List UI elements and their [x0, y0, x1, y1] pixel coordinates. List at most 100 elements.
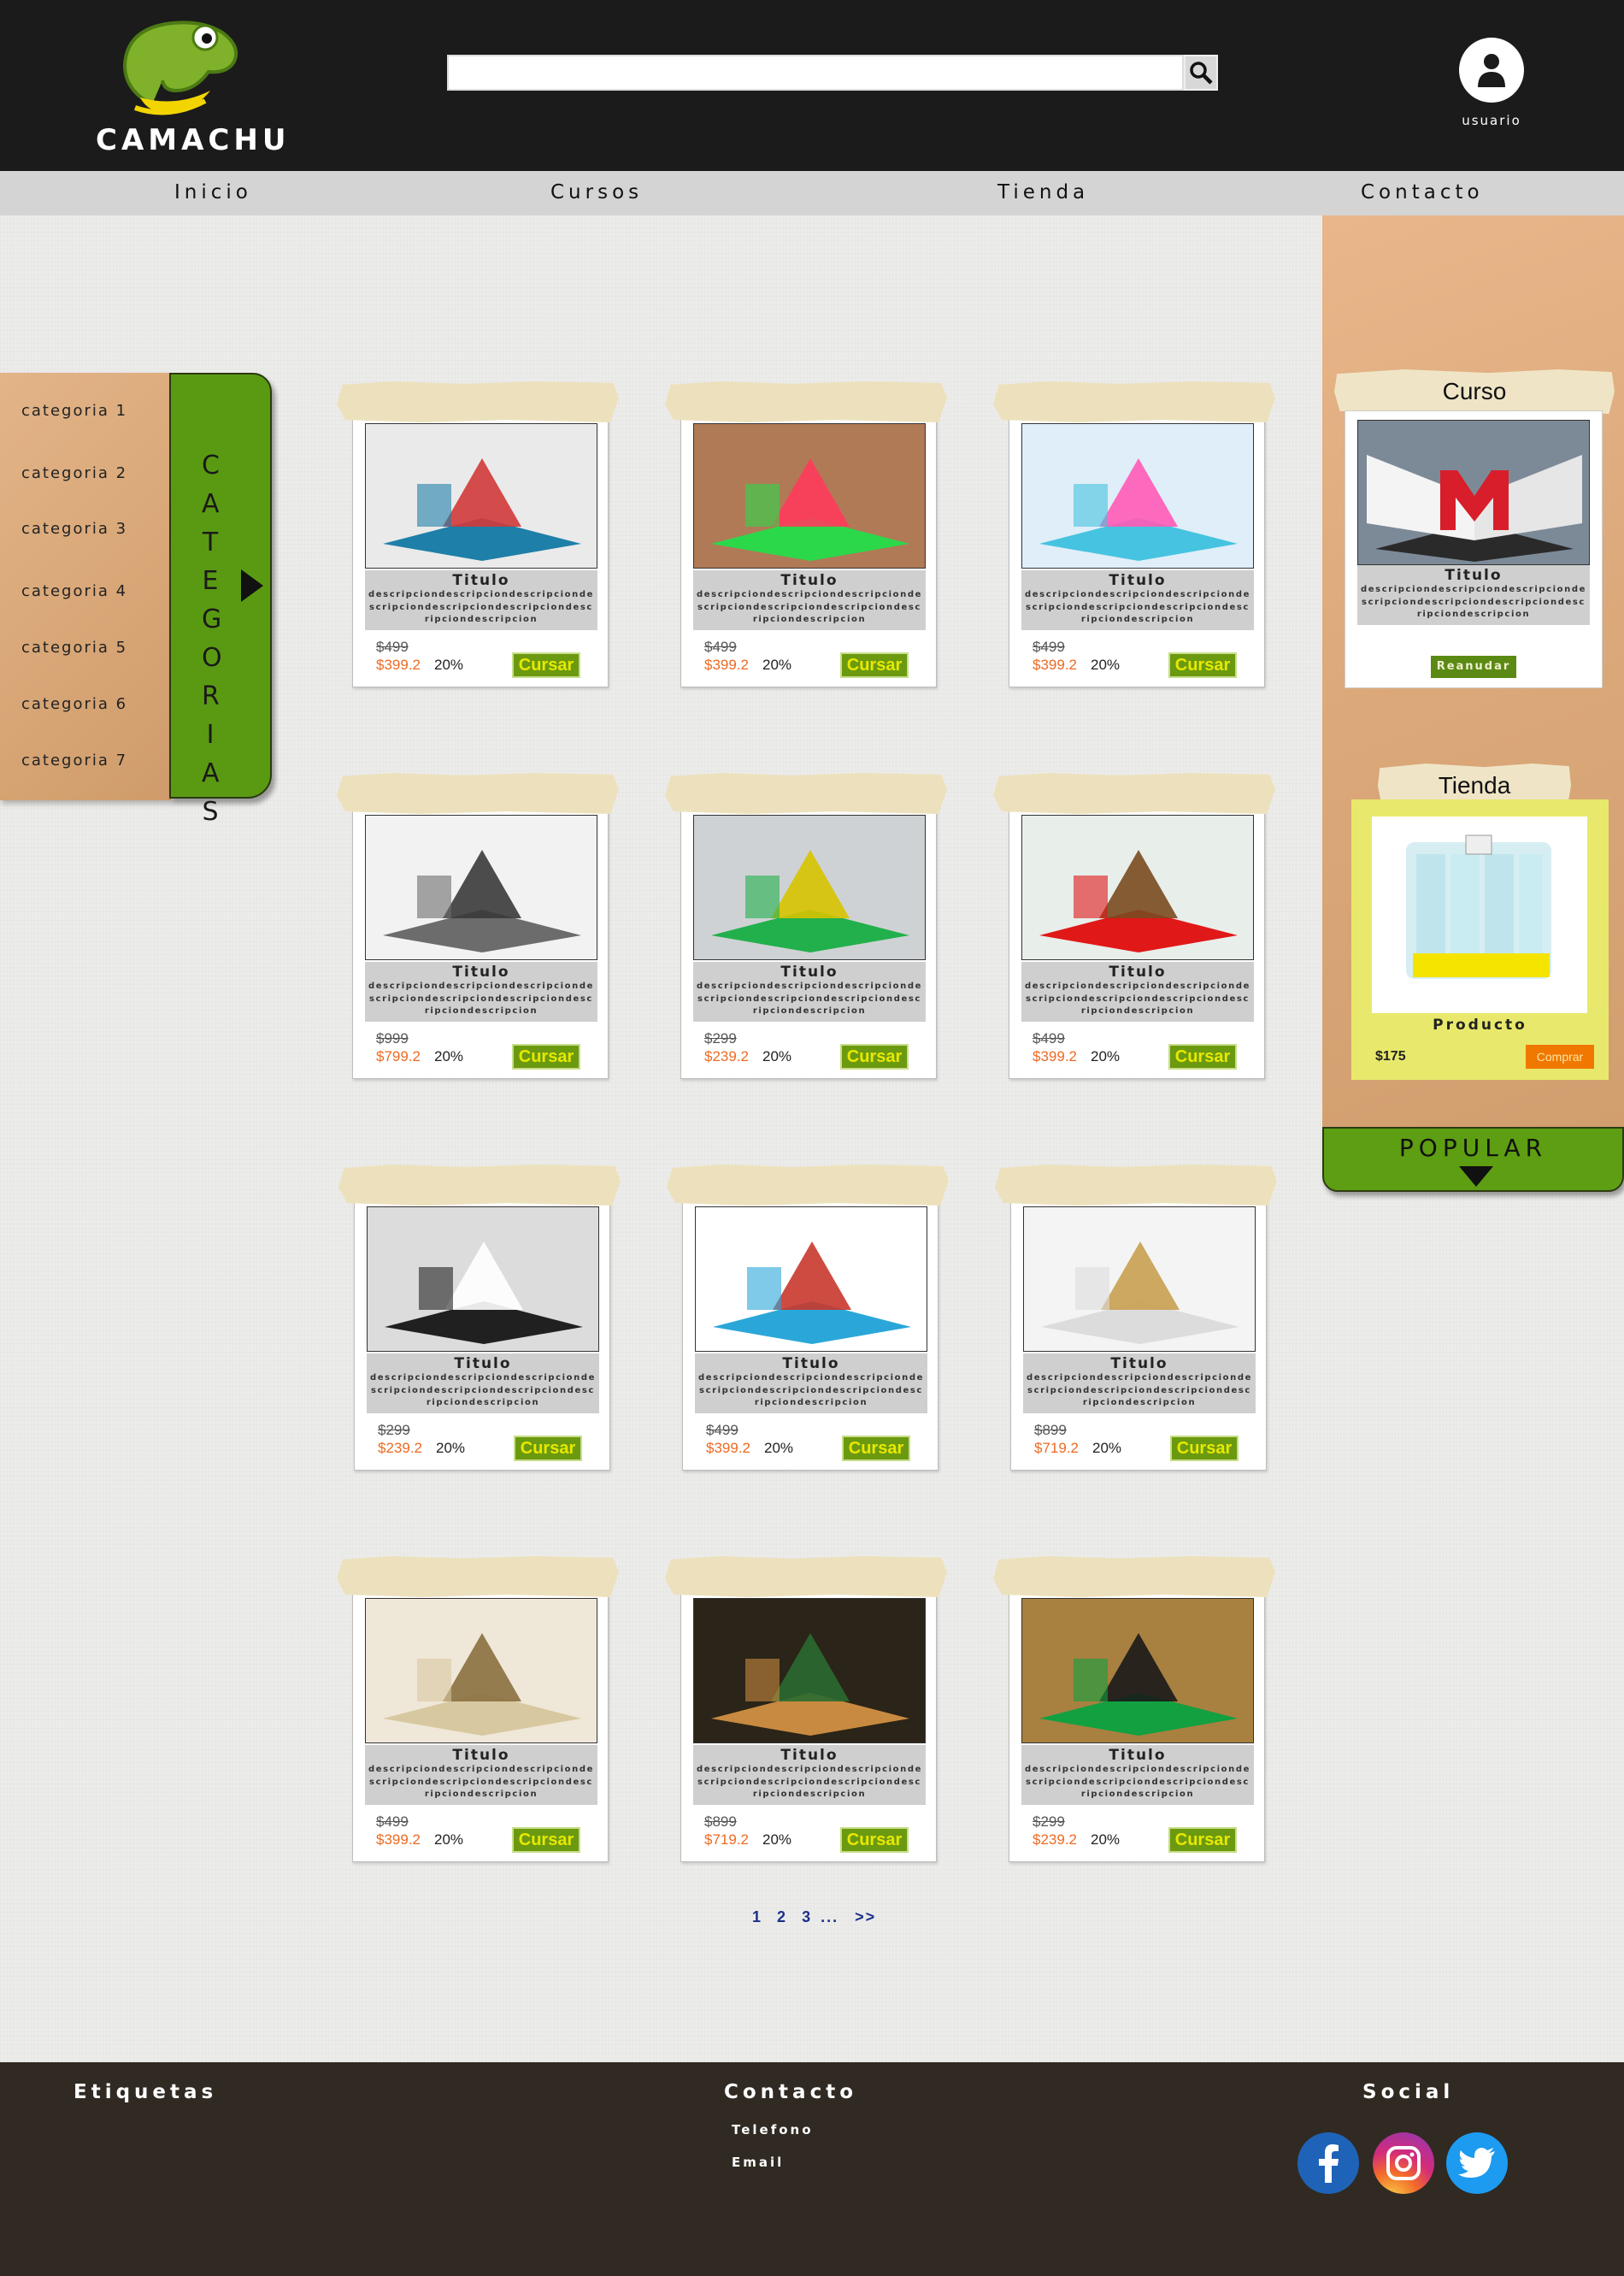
twitter-link[interactable]: [1446, 2132, 1508, 2194]
curso-image[interactable]: [1357, 420, 1590, 565]
twitter-icon: [1458, 2148, 1495, 2178]
product-image[interactable]: [1021, 1598, 1254, 1743]
product-description: descripciondescripciondescripciondescrip…: [368, 982, 594, 1016]
curso-info: Titulo descripciondescripciondescripcion…: [1357, 565, 1590, 625]
chameleon-icon: [122, 21, 238, 115]
tienda-card: Producto $175 Comprar: [1351, 799, 1609, 1080]
nav-contacto[interactable]: Contacto: [1361, 181, 1484, 203]
footer-email-link[interactable]: Email: [732, 2155, 784, 2170]
old-price: $999: [376, 1030, 409, 1047]
cursar-button[interactable]: Cursar: [514, 1436, 582, 1461]
product-info: Titulo descripciondescripciondescripciond…: [695, 1353, 927, 1413]
facebook-link[interactable]: [1297, 2132, 1359, 2194]
product-image[interactable]: [367, 1206, 599, 1352]
old-price: $899: [704, 1813, 737, 1830]
discount-badge: 20%: [1091, 657, 1121, 673]
product-card-body: Titulo descripciondescripciondescripciond…: [1009, 1589, 1265, 1862]
product-image[interactable]: [693, 1598, 926, 1743]
page-1-link[interactable]: 1: [752, 1908, 762, 1925]
product-card: Titulo descripciondescripciondescripciond…: [337, 1556, 619, 1862]
tape-strip: [337, 381, 619, 422]
category-item-7[interactable]: categoria 7: [21, 752, 127, 769]
page-3-link[interactable]: 3: [802, 1908, 812, 1925]
product-image[interactable]: [693, 815, 926, 960]
product-info: Titulo descripciondescripciondescripciond…: [1021, 570, 1254, 630]
cursar-button[interactable]: Cursar: [512, 1827, 580, 1853]
cursar-button[interactable]: Cursar: [1168, 1827, 1237, 1853]
popup-card-image: [1022, 1599, 1253, 1742]
product-image[interactable]: [1023, 1206, 1256, 1352]
product-image[interactable]: [1021, 423, 1254, 569]
product-description: descripciondescripciondescripciondescrip…: [370, 1373, 596, 1407]
product-image[interactable]: [1021, 815, 1254, 960]
product-image[interactable]: [695, 1206, 927, 1352]
category-item-2[interactable]: categoria 2: [21, 464, 127, 482]
cursar-button[interactable]: Cursar: [512, 1044, 580, 1070]
product-title: Titulo: [452, 1747, 510, 1764]
tape-strip: [665, 1556, 947, 1597]
sale-price: $399.2: [1033, 1048, 1077, 1064]
product-card: Titulo descripciondescripciondescripciond…: [995, 1165, 1277, 1471]
cursar-button[interactable]: Cursar: [1168, 652, 1237, 678]
category-item-4[interactable]: categoria 4: [21, 582, 127, 600]
cursar-button[interactable]: Cursar: [840, 1827, 909, 1853]
site-footer: Etiquetas Contacto Telefono Email Social: [0, 2062, 1624, 2276]
category-list: categoria 1 categoria 2 categoria 3 cate…: [0, 373, 171, 800]
product-card: Titulo descripciondescripciondescripciond…: [665, 1556, 947, 1862]
category-item-1[interactable]: categoria 1: [21, 402, 127, 420]
footer-telefono-link[interactable]: Telefono: [732, 2122, 814, 2137]
product-title: Titulo: [780, 572, 838, 589]
product-image[interactable]: [365, 815, 597, 960]
product-description: descripciondescripciondescripciondescrip…: [1027, 1373, 1252, 1407]
popular-toggle[interactable]: POPULAR: [1322, 1127, 1624, 1192]
category-item-6[interactable]: categoria 6: [21, 695, 127, 713]
product-info: Titulo descripciondescripciondescripciond…: [1021, 962, 1254, 1022]
instagram-link[interactable]: [1373, 2132, 1434, 2194]
cursar-button[interactable]: Cursar: [840, 652, 909, 678]
comprar-button[interactable]: Comprar: [1526, 1045, 1594, 1069]
camachu-logo[interactable]: CAMACHU: [96, 12, 285, 162]
product-card-body: Titulo descripciondescripciondescripciond…: [680, 1589, 937, 1862]
search-input[interactable]: [447, 55, 1184, 91]
discount-badge: 20%: [434, 1048, 464, 1064]
product-description: descripciondescripciondescripciondescrip…: [1025, 982, 1250, 1016]
product-info: Titulo descripciondescripciondescripciond…: [365, 570, 597, 630]
product-card-body: Titulo descripciondescripciondescripciond…: [354, 1197, 610, 1471]
category-item-3[interactable]: categoria 3: [21, 520, 127, 538]
cursar-button[interactable]: Cursar: [512, 652, 580, 678]
tape-strip: [993, 1556, 1275, 1597]
discount-badge: 20%: [1092, 1440, 1122, 1456]
user-menu[interactable]: usuario: [1453, 38, 1530, 132]
product-info: Titulo descripciondescripciondescripciond…: [367, 1353, 599, 1413]
nav-cursos[interactable]: Cursos: [550, 181, 643, 203]
cursar-button[interactable]: Cursar: [840, 1044, 909, 1070]
cursar-button[interactable]: Cursar: [842, 1436, 910, 1461]
avatar[interactable]: [1459, 38, 1524, 103]
nav-tienda[interactable]: Tienda: [997, 181, 1089, 203]
product-info: Titulo descripciondescripciondescripciond…: [693, 570, 926, 630]
sale-price: $239.2: [1033, 1831, 1077, 1848]
cursar-button[interactable]: Cursar: [1170, 1436, 1239, 1461]
product-card-body: Titulo descripciondescripciondescripciond…: [1009, 805, 1265, 1079]
old-price: $299: [1033, 1813, 1065, 1830]
popup-card-image: [694, 1599, 925, 1742]
nav-inicio[interactable]: Inicio: [174, 181, 252, 203]
category-item-5[interactable]: categoria 5: [21, 639, 127, 657]
sale-price: $399.2: [706, 1440, 750, 1456]
product-image[interactable]: [365, 1598, 597, 1743]
next-page-link[interactable]: >>: [855, 1908, 876, 1925]
discount-badge: 20%: [434, 1831, 464, 1848]
product-title: Titulo: [1109, 572, 1167, 589]
product-description: descripciondescripciondescripciondescrip…: [698, 1373, 924, 1407]
reanudar-button[interactable]: Reanudar: [1431, 656, 1516, 678]
search-button[interactable]: [1184, 55, 1218, 91]
page-2-link[interactable]: 2: [777, 1908, 787, 1925]
product-image[interactable]: [365, 423, 597, 569]
product-title: Titulo: [1109, 964, 1167, 981]
product-image[interactable]: [693, 423, 926, 569]
footer-contacto-heading: Contacto: [724, 2081, 857, 2103]
product-title: Titulo: [782, 1355, 840, 1372]
product-image[interactable]: [1372, 817, 1587, 1013]
categories-toggle[interactable]: CATEGORIAS: [169, 373, 272, 827]
cursar-button[interactable]: Cursar: [1168, 1044, 1237, 1070]
